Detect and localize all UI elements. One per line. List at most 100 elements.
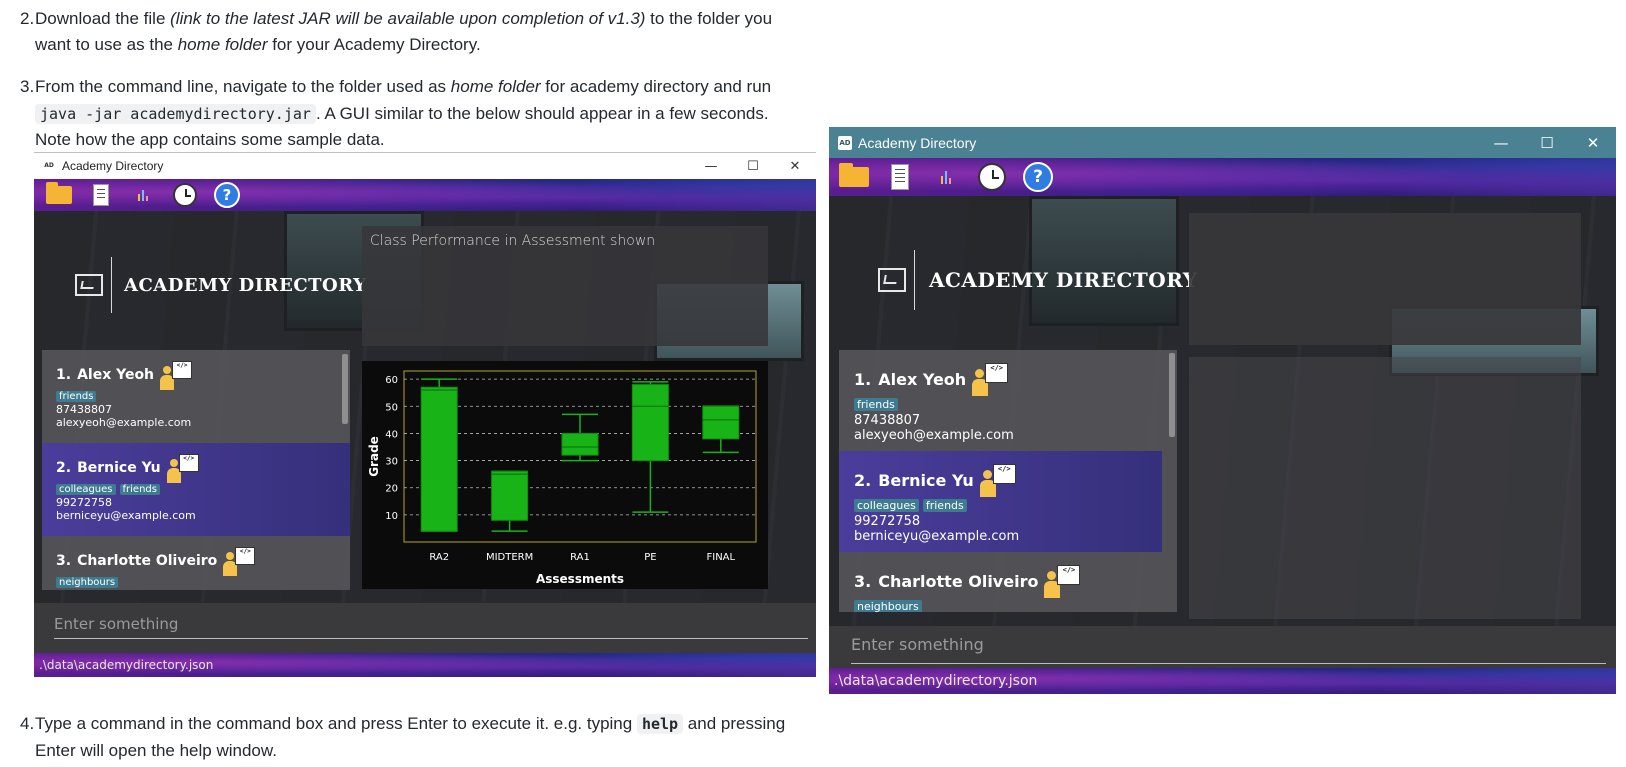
box-pe <box>631 381 669 513</box>
app-window: AD Academy Directory — ☐ ✕ ? ACADEMY DIR… <box>829 127 1616 720</box>
list-item[interactable]: 3. Charlotte Oliveiro neighbours <box>42 536 350 590</box>
title-bar: AD Academy Directory — ☐ ✕ <box>34 153 816 179</box>
phone: 99272758 <box>56 496 112 509</box>
run-command-code: java -jar academydirectory.jar <box>35 104 316 124</box>
person-name: Bernice Yu <box>77 460 161 476</box>
clock-icon[interactable] <box>969 158 1015 196</box>
folder-icon[interactable] <box>38 179 80 211</box>
minimize-button[interactable]: — <box>690 153 732 179</box>
text: From the command line, navigate to the f… <box>35 77 451 96</box>
command-box: Enter something <box>34 603 816 653</box>
close-button[interactable]: ✕ <box>774 153 816 179</box>
tag: friends <box>56 391 97 402</box>
app-logo-icon: AD <box>44 162 54 169</box>
box-plot-chart: 10 20 30 40 50 60 RA2 MIDTERM RA1 PE FINAL Assessme… <box>362 361 768 589</box>
document-icon[interactable] <box>80 179 122 211</box>
jar-link-note: (link to the latest JAR will be availabl… <box>170 9 646 28</box>
app-logo-icon: AD <box>838 135 852 150</box>
bar-chart-icon[interactable] <box>923 158 969 196</box>
command-input[interactable]: Enter something <box>851 626 1606 664</box>
step-number: 2. <box>20 9 35 28</box>
person-name: Bernice Yu <box>878 470 974 490</box>
tag: colleagues <box>854 499 919 512</box>
list-item[interactable]: 1. Alex Yeoh friends 87438807 alexyeoh@e… <box>42 350 350 443</box>
tag: friends <box>854 398 898 411</box>
clock-icon[interactable] <box>164 179 206 211</box>
tag: friends <box>922 499 967 512</box>
person-list[interactable]: 1. Alex Yeoh friends 87438807 alexyeoh@e… <box>839 350 1177 612</box>
x-tick-label: MIDTERM <box>486 552 533 563</box>
toolbar: ? <box>34 179 816 211</box>
text: Note how the app contains some sample da… <box>35 130 385 149</box>
tag: neighbours <box>854 600 922 612</box>
status-bar: .\data\academydirectory.json <box>829 668 1616 694</box>
person-index: 1. <box>56 367 72 383</box>
app-logo: ACADEMY DIRECTORY <box>869 250 1198 310</box>
person-index: 3. <box>56 553 72 569</box>
email: alexyeoh@example.com <box>56 416 192 429</box>
tag: neighbours <box>56 577 119 588</box>
minimize-button[interactable]: — <box>1478 127 1524 158</box>
command-input[interactable]: Enter something <box>54 615 808 639</box>
list-item[interactable]: 1. Alex Yeoh friends 87438807 alexyeoh@e… <box>839 350 1177 451</box>
scrollbar[interactable] <box>1169 353 1175 437</box>
list-item[interactable]: 2. Bernice Yu colleagues friends 9927275… <box>839 451 1162 552</box>
box-plot-svg: 10 20 30 40 50 60 RA2 MIDTERM RA1 PE FINAL Assessme… <box>367 370 757 586</box>
help-icon[interactable]: ? <box>206 179 248 211</box>
programmer-avatar-icon <box>1044 564 1082 598</box>
tag-list: colleagues friends <box>56 484 350 495</box>
help-icon[interactable]: ? <box>1015 158 1061 196</box>
tag-list: colleagues friends <box>854 499 1162 512</box>
title-bar: AD Academy Directory — ☐ ✕ <box>829 127 1616 158</box>
email: berniceyu@example.com <box>56 509 196 522</box>
box-ra1 <box>561 413 599 462</box>
person-name: Alex Yeoh <box>77 367 155 383</box>
document-icon[interactable] <box>877 158 923 196</box>
status-save-path: .\data\academydirectory.json <box>834 673 1038 689</box>
box-body <box>420 386 458 532</box>
person-name: Charlotte Oliveiro <box>878 571 1039 591</box>
programmer-avatar-icon <box>223 546 257 576</box>
person-name: Alex Yeoh <box>878 369 967 389</box>
x-tick-label: FINAL <box>707 552 736 563</box>
box-body <box>631 384 669 462</box>
main-panel: ACADEMY DIRECTORY 1. Alex Yeoh friends <box>829 196 1616 626</box>
tag-list: friends <box>56 391 350 402</box>
person-list[interactable]: 1. Alex Yeoh friends 87438807 alexyeoh@e… <box>42 350 350 590</box>
text: Type a command in the command box and pr… <box>35 714 637 733</box>
email: alexyeoh@example.com <box>854 428 1014 443</box>
app-window-chart: AD Academy Directory — ☐ ✕ ? ACADEMY DIR… <box>34 152 816 694</box>
list-item[interactable]: 2. Bernice Yu colleagues friends 9927275… <box>42 443 350 536</box>
person-index: 2. <box>854 470 872 490</box>
maximize-button[interactable]: ☐ <box>732 153 774 179</box>
result-display: Class Performance in Assessment shown <box>362 226 768 346</box>
y-tick-label: 10 <box>385 511 398 522</box>
list-item[interactable]: 3. Charlotte Oliveiro neighbours <box>839 552 1177 612</box>
command-box: Enter something <box>829 626 1616 668</box>
help-command-code: help <box>636 714 684 734</box>
emphasis: home folder <box>450 77 541 96</box>
folder-icon[interactable] <box>831 158 877 196</box>
window-title: Academy Directory <box>858 134 977 151</box>
programmer-avatar-icon <box>166 453 201 483</box>
scrollbar[interactable] <box>342 354 348 424</box>
text: to the folder you <box>645 9 773 28</box>
maximize-button[interactable]: ☐ <box>1524 127 1570 158</box>
box-body <box>491 470 529 521</box>
tag-list: friends <box>854 398 1177 411</box>
tag: friends <box>119 484 160 495</box>
text: for your Academy Directory. <box>267 35 481 54</box>
programmer-avatar-icon <box>979 463 1018 497</box>
step-number: 3. <box>20 77 35 96</box>
person-index: 1. <box>854 369 872 389</box>
box-midterm <box>491 470 529 532</box>
phone: 87438807 <box>854 413 921 428</box>
y-tick-label: 40 <box>385 429 398 440</box>
y-axis-label: Grade <box>367 436 381 477</box>
teacher-board-icon <box>869 250 915 310</box>
bar-chart-icon[interactable] <box>122 179 164 211</box>
tag: colleagues <box>56 484 116 495</box>
close-button[interactable]: ✕ <box>1570 127 1616 158</box>
box-final <box>702 405 740 454</box>
box-body <box>561 432 599 456</box>
